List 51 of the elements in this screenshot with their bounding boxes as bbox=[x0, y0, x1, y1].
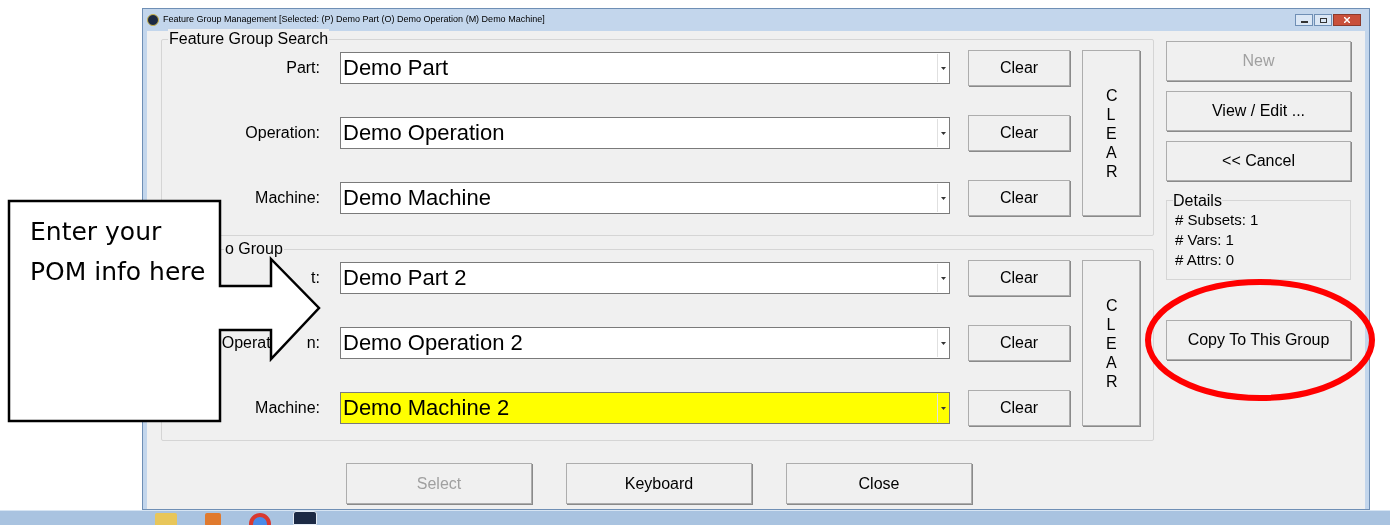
detail-line: # Subsets: 1 bbox=[1175, 210, 1260, 230]
field-value: Demo Operation bbox=[342, 119, 506, 147]
action-button[interactable]: Keyboard bbox=[566, 463, 752, 504]
field-value: Demo Machine 2 bbox=[342, 394, 511, 422]
field-label: Part: bbox=[286, 58, 320, 78]
clear-button[interactable]: Clear bbox=[968, 50, 1070, 86]
field-value: Demo Part 2 bbox=[342, 264, 468, 292]
field-value: Demo Machine bbox=[342, 184, 492, 212]
group-title: Feature Group Search bbox=[168, 29, 330, 49]
detail-line: # Vars: 1 bbox=[1175, 230, 1235, 250]
close-window-button[interactable] bbox=[1333, 14, 1361, 26]
dropdown-caret-icon bbox=[937, 394, 949, 422]
detail-line: # Attrs: 0 bbox=[1175, 250, 1236, 270]
dropdown-field[interactable]: Demo Operation 2 bbox=[340, 327, 950, 359]
clear-button[interactable]: Clear bbox=[968, 390, 1070, 426]
field-label: t: bbox=[311, 268, 320, 288]
clear-all-button[interactable]: CLEAR bbox=[1082, 50, 1140, 216]
copy-to-group-button[interactable]: Copy To This Group bbox=[1166, 320, 1351, 360]
dropdown-caret-icon bbox=[937, 119, 949, 147]
action-button[interactable]: Close bbox=[786, 463, 972, 504]
side-button[interactable]: << Cancel bbox=[1166, 141, 1351, 181]
field-label: Machine: bbox=[255, 188, 320, 208]
side-button[interactable]: View / Edit ... bbox=[1166, 91, 1351, 131]
maximize-button[interactable] bbox=[1314, 14, 1332, 26]
field-label: Operation: bbox=[245, 123, 320, 143]
clear-button[interactable]: Clear bbox=[968, 180, 1070, 216]
dropdown-caret-icon bbox=[937, 264, 949, 292]
close-icon bbox=[1344, 17, 1350, 23]
dropdown-caret-icon bbox=[937, 329, 949, 357]
dropdown-caret-icon bbox=[937, 184, 949, 212]
dropdown-field[interactable]: Demo Part bbox=[340, 52, 950, 84]
dropdown-field[interactable]: Demo Operation bbox=[340, 117, 950, 149]
clear-all-button[interactable]: CLEAR bbox=[1082, 260, 1140, 426]
app-taskbar-icon[interactable] bbox=[293, 511, 317, 525]
field-label: n: bbox=[306, 333, 320, 353]
dropdown-field[interactable]: Demo Machine 2 bbox=[340, 392, 950, 424]
group-title: o Group bbox=[224, 239, 284, 259]
field-value: Demo Operation 2 bbox=[342, 329, 524, 357]
clear-button[interactable]: Clear bbox=[968, 115, 1070, 151]
field-value: Demo Part bbox=[342, 54, 450, 82]
callout-text: Enter your POM info here bbox=[30, 216, 207, 288]
app-icon bbox=[147, 14, 159, 26]
clear-button[interactable]: Clear bbox=[968, 260, 1070, 296]
field-label: Operat bbox=[221, 333, 271, 353]
dropdown-field[interactable]: Demo Machine bbox=[340, 182, 950, 214]
clear-button[interactable]: Clear bbox=[968, 325, 1070, 361]
field-label: Machine: bbox=[255, 398, 320, 418]
window-title: Feature Group Management [Selected: (P) Demo Part (O) Demo Operation (M) Demo Machine] bbox=[163, 13, 546, 27]
minimize-button[interactable] bbox=[1295, 14, 1313, 26]
dropdown-field[interactable]: Demo Part 2 bbox=[340, 262, 950, 294]
dropdown-caret-icon bbox=[937, 54, 949, 82]
